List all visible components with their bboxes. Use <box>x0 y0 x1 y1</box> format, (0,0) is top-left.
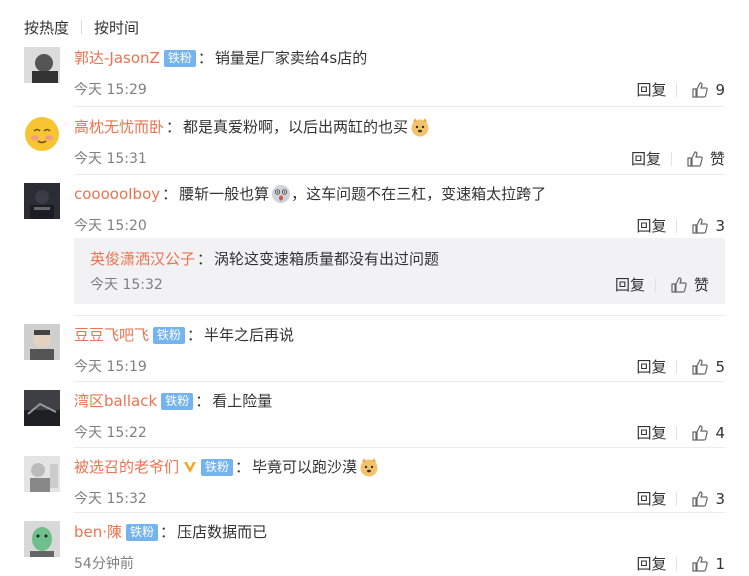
thumbs-up-icon[interactable] <box>691 424 709 442</box>
action-divider <box>676 426 678 440</box>
action-divider <box>654 278 656 292</box>
comment-author[interactable]: 豆豆飞吧飞 <box>74 324 149 346</box>
reply-button[interactable]: 回复 <box>631 149 661 169</box>
like-count: 1 <box>715 555 725 573</box>
comment-time: 今天 15:19 <box>74 359 147 375</box>
comment-text-continued: ，这车问题不在三杠，变速箱太拉跨了 <box>291 185 547 203</box>
action-divider <box>676 492 678 506</box>
reply-button[interactable]: 回复 <box>636 80 666 100</box>
sub-reply: 英俊潇洒汉公子 ： 涡轮这变速箱质量都没有出过问题 今天 15:32 回复 赞 <box>74 238 725 304</box>
reply-button[interactable]: 回复 <box>636 216 666 236</box>
avatar[interactable] <box>24 390 60 426</box>
like-count: 3 <box>715 217 725 235</box>
like-count: 4 <box>715 424 725 442</box>
avatar[interactable] <box>24 521 60 557</box>
comment-item: 高枕无忧而卧 ： 都是真爱粉啊，以后出两缸的也买 今天 15:31 回复 赞 <box>24 116 725 171</box>
comment-author[interactable]: ben·陳 <box>74 521 122 543</box>
surprised-emoji-icon <box>272 185 291 203</box>
thumbs-up-icon[interactable] <box>691 81 709 99</box>
comment-time: 今天 15:29 <box>74 82 147 98</box>
like-count: 9 <box>715 81 725 99</box>
thumbs-up-icon[interactable] <box>691 555 709 573</box>
like-label: 赞 <box>693 276 709 294</box>
comment-time: 今天 15:32 <box>74 491 147 507</box>
divider <box>74 174 725 175</box>
comment-time: 今天 15:31 <box>74 151 147 167</box>
divider <box>74 447 725 448</box>
fan-badge: 铁粉 <box>126 523 159 541</box>
colon: ： <box>162 185 178 203</box>
reply-time: 今天 15:32 <box>90 277 163 293</box>
comment-text: 都是真爱粉啊，以后出两缸的也买 <box>183 118 409 136</box>
comment-text: 销量是厂家卖给4s店的 <box>214 49 368 67</box>
sort-bar: 按热度 按时间 <box>24 16 139 38</box>
reply-button[interactable]: 回复 <box>636 489 666 509</box>
colon: ： <box>195 392 211 410</box>
comment-text: 腰斩一般也算 <box>179 185 270 203</box>
divider <box>74 315 725 316</box>
reply-button[interactable]: 回复 <box>636 357 666 377</box>
avatar[interactable] <box>24 116 60 152</box>
avatar[interactable] <box>24 324 60 360</box>
comment-time: 54分钟前 <box>74 556 134 572</box>
like-count: 5 <box>715 358 725 376</box>
comment-text: 半年之后再说 <box>204 326 295 344</box>
comment-item: coooooIboy ： 腰斩一般也算 ，这车问题不在三杠，变速箱太拉跨了 今天… <box>24 183 725 238</box>
action-divider <box>676 360 678 374</box>
comment-author[interactable]: 郭达-JasonZ <box>74 47 160 69</box>
fan-badge: 铁粉 <box>161 392 194 410</box>
action-divider <box>670 152 672 166</box>
thumbs-up-icon[interactable] <box>686 150 704 168</box>
colon: ： <box>187 326 203 344</box>
action-divider <box>676 219 678 233</box>
divider <box>74 381 725 382</box>
colon: ： <box>235 458 251 476</box>
comment-item: 湾区ballack 铁粉 ： 看上险量 今天 15:22 回复 4 <box>24 390 725 445</box>
reply-button[interactable]: 回复 <box>615 275 645 295</box>
comment-author[interactable]: 湾区ballack <box>74 390 157 412</box>
thumbs-up-icon[interactable] <box>670 276 688 294</box>
colon: ： <box>166 118 182 136</box>
colon: ： <box>160 523 176 541</box>
comment-author[interactable]: 被选召的老爷们 <box>74 456 179 478</box>
reply-author[interactable]: 英俊潇洒汉公子 <box>90 248 195 270</box>
comment-author[interactable]: 高枕无忧而卧 <box>74 116 164 138</box>
comment-text: 压店数据而已 <box>177 523 268 541</box>
doge-emoji-icon <box>411 118 429 137</box>
fan-badge: 铁粉 <box>201 458 234 476</box>
comment-item: 豆豆飞吧飞 铁粉 ： 半年之后再说 今天 15:19 回复 5 <box>24 324 725 379</box>
colon: ： <box>197 250 213 268</box>
comment-text: 毕竟可以跑沙漠 <box>252 458 358 476</box>
thumbs-up-icon[interactable] <box>691 217 709 235</box>
comment-item: ben·陳 铁粉 ： 压店数据而已 54分钟前 回复 1 <box>24 521 725 576</box>
divider <box>74 106 725 107</box>
comment-author[interactable]: coooooIboy <box>74 183 160 205</box>
like-count: 3 <box>715 490 725 508</box>
comment-time: 今天 15:22 <box>74 425 147 441</box>
action-divider <box>676 557 678 571</box>
thumbs-up-icon[interactable] <box>691 490 709 508</box>
thumbs-up-icon[interactable] <box>691 358 709 376</box>
fan-badge: 铁粉 <box>163 49 196 67</box>
comment-time: 今天 15:20 <box>74 218 147 234</box>
vip-v-icon <box>184 462 197 473</box>
comment-item: 被选召的老爷们 铁粉 ： 毕竟可以跑沙漠 今天 15:32 回复 3 <box>24 456 725 511</box>
reply-text: 涡轮这变速箱质量都没有出过问题 <box>214 250 440 268</box>
avatar[interactable] <box>24 47 60 83</box>
doge-emoji-icon <box>360 458 378 477</box>
fan-badge: 铁粉 <box>153 326 186 344</box>
reply-button[interactable]: 回复 <box>636 554 666 574</box>
divider <box>74 512 725 513</box>
comment-text: 看上险量 <box>212 392 273 410</box>
avatar[interactable] <box>24 183 60 219</box>
comment-item: 郭达-JasonZ 铁粉 ： 销量是厂家卖给4s店的 今天 15:29 回复 9 <box>24 47 725 102</box>
like-label: 赞 <box>709 150 725 168</box>
avatar[interactable] <box>24 456 60 492</box>
sort-by-hot-tab[interactable]: 按热度 <box>24 17 69 38</box>
colon: ： <box>197 49 213 67</box>
reply-button[interactable]: 回复 <box>636 423 666 443</box>
action-divider <box>676 83 678 97</box>
sort-by-time-tab[interactable]: 按时间 <box>94 17 139 38</box>
sort-divider <box>81 20 83 34</box>
